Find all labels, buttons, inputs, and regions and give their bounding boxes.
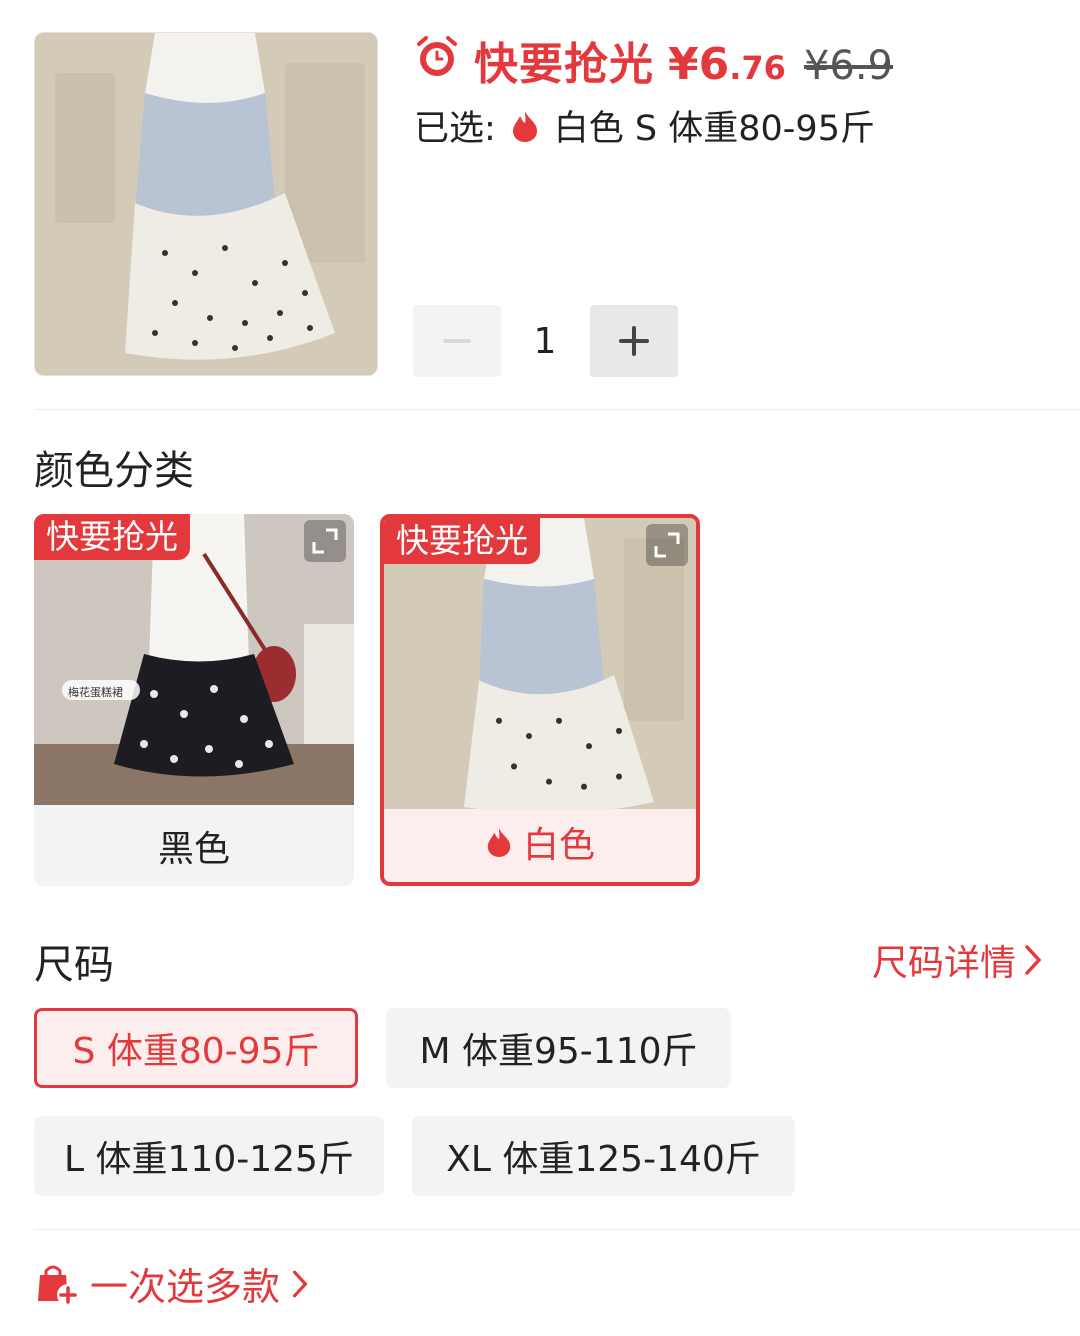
size-option-l[interactable]: L 体重110-125斤 — [34, 1116, 384, 1196]
minus-icon — [443, 339, 471, 343]
quantity-increase-button[interactable] — [590, 305, 678, 377]
flash-sale-tag: 快要抢光 — [34, 514, 190, 560]
bag-plus-icon — [38, 1265, 79, 1306]
price-row: 快要抢光 ¥6.76 ¥6.9 — [414, 28, 893, 90]
chevron-right-icon — [1025, 945, 1042, 975]
current-price: ¥6.76 — [668, 39, 786, 90]
flash-sale-label: 快要抢光 — [474, 39, 654, 90]
divider — [34, 409, 1080, 410]
size-option-m[interactable]: M 体重95-110斤 — [386, 1008, 731, 1088]
flash-sale-tag: 快要抢光 — [384, 518, 540, 564]
color-option-white[interactable]: 快要抢光 白色 — [380, 514, 700, 886]
chevron-right-icon — [292, 1270, 308, 1297]
color-option-label: 白色 — [384, 801, 696, 882]
color-option-black[interactable]: 梅花蛋糕裙 快要抢光 黑色 — [34, 514, 354, 886]
size-section-title: 尺码 — [34, 942, 114, 988]
size-option-s[interactable]: S 体重80-95斤 — [34, 1008, 358, 1088]
plus-icon — [619, 326, 649, 356]
selected-value: 白色 S 体重80-95斤 — [553, 109, 875, 149]
flame-icon — [512, 110, 537, 142]
color-section-title: 颜色分类 — [34, 448, 194, 494]
expand-icon[interactable] — [304, 520, 346, 562]
flame-icon — [487, 827, 511, 857]
size-detail-link[interactable]: 尺码详情 — [872, 934, 1044, 986]
multi-select-link[interactable]: 一次选多款 — [34, 1256, 310, 1311]
selected-prefix: 已选: — [414, 109, 496, 149]
quantity-decrease-button[interactable] — [413, 305, 501, 377]
image-caption: 梅花蛋糕裙 — [68, 686, 123, 699]
expand-icon[interactable] — [646, 524, 688, 566]
quantity-value[interactable]: 1 — [500, 305, 590, 377]
size-option-xl[interactable]: XL 体重125-140斤 — [412, 1116, 795, 1196]
product-main-image[interactable] — [34, 32, 378, 376]
color-option-label: 黑色 — [157, 828, 230, 870]
original-price: ¥6.9 — [803, 43, 893, 89]
divider — [34, 1229, 1080, 1230]
selected-summary: 已选: 白色 S 体重80-95斤 — [414, 100, 875, 151]
alarm-icon — [417, 36, 457, 76]
